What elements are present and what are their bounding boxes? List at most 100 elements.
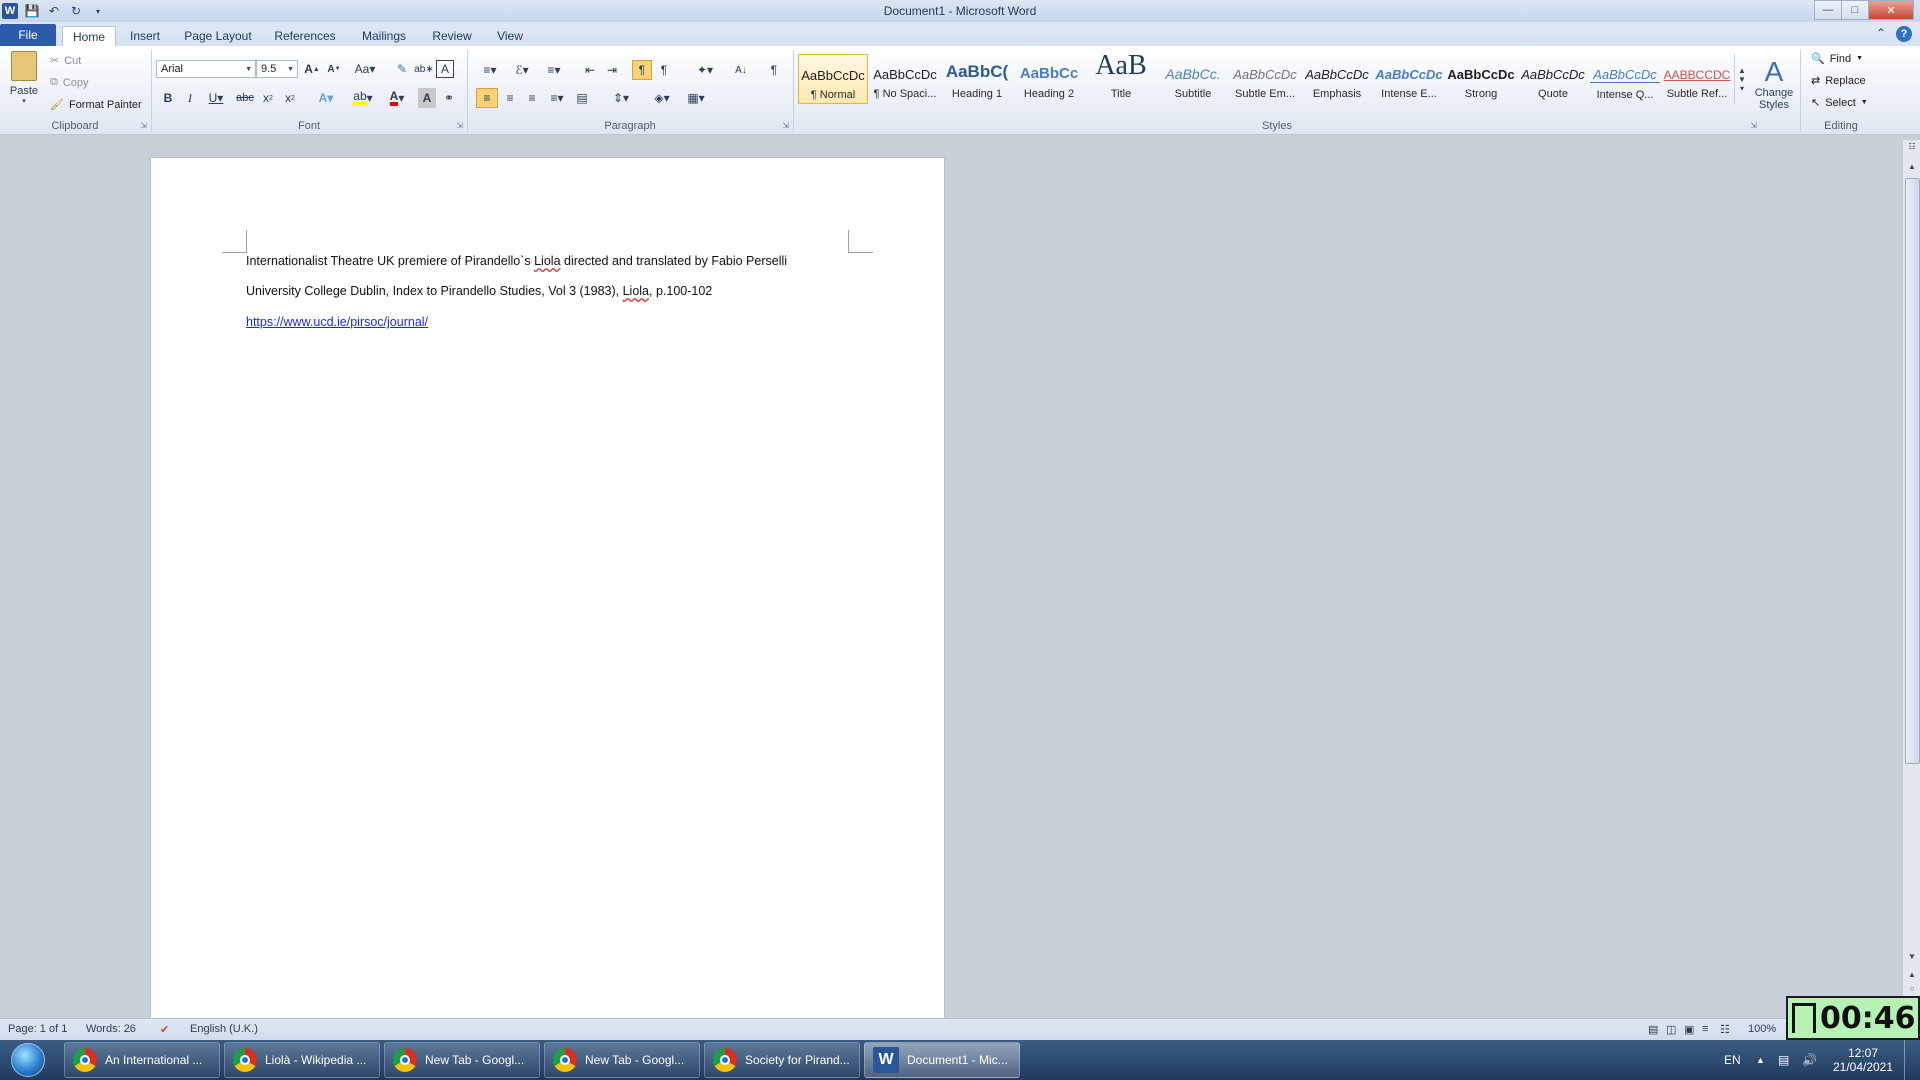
font-size-combo[interactable]: 9.5 ▼ (256, 60, 298, 78)
sort-icon[interactable]: A↓ (730, 60, 752, 80)
proofing-icon[interactable]: ✔ (160, 1023, 169, 1036)
asian-layout-icon[interactable]: ✦▾ (692, 60, 718, 80)
decrease-indent-icon[interactable]: ⇤ (580, 60, 600, 80)
style-subtitle[interactable]: AaBbCc. Subtitle (1158, 54, 1228, 104)
taskbar-item[interactable]: New Tab - Googl... (544, 1042, 700, 1078)
document-line-3[interactable]: https://www.ucd.ie/pirsoc/journal/ (246, 315, 428, 329)
grow-font-icon[interactable]: A ▲ (302, 60, 322, 78)
increase-indent-icon[interactable]: ⇥ (602, 60, 622, 80)
text-effects-icon[interactable]: A▾ (312, 88, 340, 108)
style-heading-2[interactable]: AaBbCc Heading 2 (1014, 54, 1084, 104)
taskbar-item[interactable]: Liolà - Wikipedia ... (224, 1042, 380, 1078)
tab-file[interactable]: File (0, 24, 56, 46)
styles-launcher-icon[interactable]: ⇲ (1750, 121, 1757, 130)
full-screen-reading-icon[interactable]: ◫ (1666, 1023, 1676, 1036)
scroll-up-icon[interactable]: ▲ (1903, 162, 1920, 171)
italic-icon[interactable]: I (180, 88, 200, 108)
input-language[interactable]: EN (1724, 1040, 1741, 1080)
word-count[interactable]: Words: 26 (86, 1023, 136, 1035)
network-icon[interactable]: ▤ (1778, 1040, 1789, 1080)
paste-button[interactable]: Paste ▾ (6, 50, 42, 106)
numbering-icon[interactable]: ℰ▾ (508, 60, 536, 80)
distributed-icon[interactable]: ▤ (572, 88, 592, 108)
style-strong[interactable]: AaBbCcDc Strong (1446, 54, 1516, 104)
tab-insert[interactable]: Insert (122, 26, 168, 46)
shrink-font-icon[interactable]: A ▼ (324, 60, 344, 78)
superscript-icon[interactable]: x2 (280, 88, 300, 108)
style-heading-1[interactable]: AaBbC( Heading 1 (942, 54, 1012, 104)
misspelled-word[interactable]: Liola (534, 254, 560, 268)
language-indicator[interactable]: English (U.K.) (190, 1023, 258, 1035)
taskbar-item[interactable]: New Tab - Googl... (384, 1042, 540, 1078)
maximize-button[interactable]: □ (1841, 0, 1869, 20)
style-intense-emphasis[interactable]: AaBbCcDc Intense E... (1374, 54, 1444, 104)
shading-icon[interactable]: ◈▾ (648, 88, 676, 108)
document-line-1[interactable]: Internationalist Theatre UK premiere of … (246, 254, 787, 268)
style-title[interactable]: AaB Title (1086, 54, 1156, 104)
find-button[interactable]: 🔍 Find ▼ (1811, 52, 1863, 66)
taskbar-item-word[interactable]: W Document1 - Mic... (864, 1042, 1020, 1078)
scrollbar-thumb[interactable] (1905, 178, 1920, 764)
right-to-left-icon[interactable]: ¶ (654, 60, 674, 80)
print-layout-icon[interactable]: ▤ (1648, 1023, 1658, 1036)
character-shading-icon[interactable]: A (418, 88, 436, 108)
left-to-right-icon[interactable]: ¶ (632, 60, 652, 80)
page-count[interactable]: Page: 1 of 1 (8, 1023, 67, 1035)
change-styles-button[interactable]: A Change Styles (1752, 52, 1796, 116)
minimize-button[interactable]: — (1814, 0, 1842, 20)
justify-icon[interactable]: ≡▾ (544, 88, 570, 108)
style-no-spacing[interactable]: AaBbCcDc ¶ No Spaci... (870, 54, 940, 104)
zoom-level[interactable]: 100% (1748, 1023, 1776, 1035)
document-page[interactable]: Internationalist Theatre UK premiere of … (151, 158, 944, 1018)
subscript-icon[interactable]: x2 (258, 88, 278, 108)
web-layout-icon[interactable]: ▣ (1684, 1023, 1694, 1036)
minimize-ribbon-icon[interactable]: ⌃ (1876, 26, 1886, 42)
taskbar-item[interactable]: An International ... (64, 1042, 220, 1078)
tab-view[interactable]: View (490, 26, 530, 46)
bold-icon[interactable]: B (158, 88, 178, 108)
browse-object-icon[interactable]: ○ (1903, 984, 1920, 993)
draft-icon[interactable]: ☷ (1720, 1023, 1730, 1036)
font-name-combo[interactable]: Arial ▼ (156, 60, 256, 78)
phonetic-guide-icon[interactable]: ab∗ (414, 60, 434, 78)
highlight-color-icon[interactable]: ab ▾ (348, 88, 378, 108)
ruler-toggle-icon[interactable]: ☷ (1903, 142, 1920, 151)
strikethrough-icon[interactable]: abc (234, 88, 256, 108)
tab-references[interactable]: References (270, 26, 340, 46)
underline-icon[interactable]: U▾ (202, 88, 230, 108)
journal-hyperlink[interactable]: https://www.ucd.ie/pirsoc/journal/ (246, 315, 428, 329)
line-spacing-icon[interactable]: ⇕▾ (608, 88, 634, 108)
clock[interactable]: 12:07 21/04/2021 (1828, 1040, 1898, 1080)
clipboard-launcher-icon[interactable]: ⇲ (140, 121, 147, 130)
tab-review[interactable]: Review (428, 26, 476, 46)
taskbar-item[interactable]: Society for Pirand... (704, 1042, 860, 1078)
style-emphasis[interactable]: AaBbCcDc Emphasis (1302, 54, 1372, 104)
misspelled-word[interactable]: Liola (623, 284, 649, 298)
tab-page-layout[interactable]: Page Layout (182, 26, 254, 46)
multilevel-list-icon[interactable]: ≡▾ (540, 60, 568, 80)
tab-home[interactable]: Home (62, 26, 116, 47)
show-formatting-marks-icon[interactable]: ¶ (764, 60, 784, 80)
tab-mailings[interactable]: Mailings (356, 26, 412, 46)
vertical-scrollbar[interactable]: ☷ ▲ ▼ ▲ ○ ▼ (1902, 140, 1920, 1020)
style-quote[interactable]: AaBbCcDc Quote (1518, 54, 1588, 104)
show-hidden-icons-icon[interactable]: ▲ (1756, 1040, 1765, 1080)
align-right-icon[interactable]: ≡ (522, 88, 542, 108)
volume-icon[interactable]: 🔊 (1802, 1040, 1817, 1080)
style-subtle-emphasis[interactable]: AaBbCcDc Subtle Em... (1230, 54, 1300, 104)
bullets-icon[interactable]: ≡▾ (476, 60, 504, 80)
clear-formatting-icon[interactable]: ✎ (392, 60, 412, 78)
select-button[interactable]: ↖ Select ▼ (1811, 96, 1868, 110)
style-normal[interactable]: AaBbCcDc ¶ Normal (798, 54, 868, 104)
cut-button[interactable]: ✂ Cut (50, 54, 81, 68)
help-icon[interactable]: ? (1896, 26, 1912, 42)
character-border-icon[interactable]: A (436, 60, 454, 78)
show-desktop-button[interactable] (1904, 1040, 1919, 1080)
copy-button[interactable]: ⧉ Copy (50, 76, 89, 89)
style-subtle-reference[interactable]: AABBCCDC Subtle Ref... (1662, 54, 1732, 104)
styles-scroll[interactable]: ▲ ▼ ▾ (1734, 54, 1749, 104)
font-color-icon[interactable]: A ▾ (382, 88, 412, 108)
close-button[interactable]: ✕ (1868, 0, 1914, 20)
borders-icon[interactable]: ▦▾ (682, 88, 710, 108)
scroll-down-icon[interactable]: ▼ (1903, 952, 1920, 961)
